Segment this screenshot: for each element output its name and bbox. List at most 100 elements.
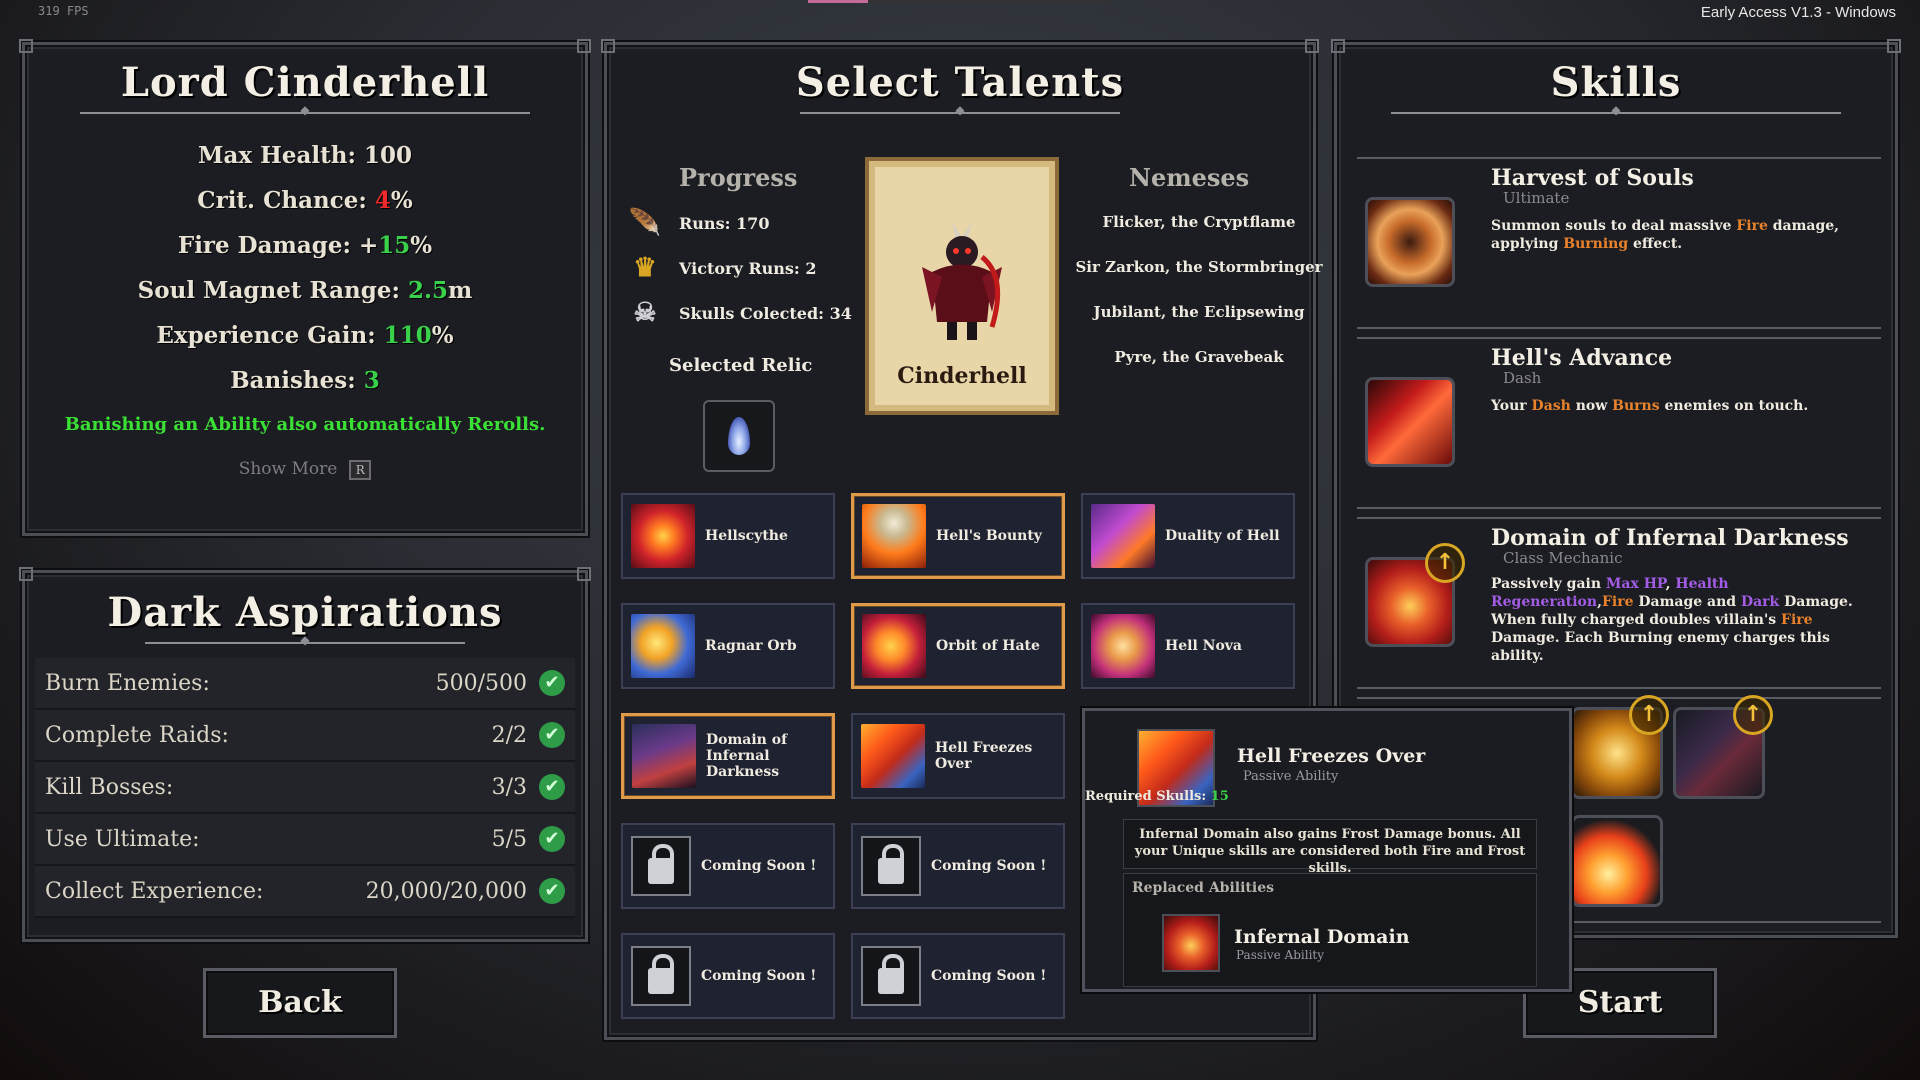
skill-description: Passively gain Max HP, Health Regenerati… (1491, 576, 1853, 664)
talent-label: Orbit of Hate (936, 638, 1040, 654)
skill-type: Dash (1503, 369, 1542, 387)
version-label: Early Access V1.3 - Windows (1700, 4, 1896, 21)
character-card-name: Cinderhell (897, 363, 1027, 389)
talent-label: Hell Freezes Over (935, 740, 1033, 772)
talent-tile[interactable]: Orbit of Hate (851, 603, 1065, 689)
stat-crit-chance: Crit. Chance: 4% (197, 187, 413, 214)
replaced-abilities-box: Replaced Abilities Infernal Domain Passi… (1123, 873, 1537, 987)
tooltip-description: Infernal Domain also gains Frost Damage … (1123, 819, 1537, 876)
progress-row: ☠ Skulls Colected: 34 (627, 295, 852, 331)
demon-portrait-icon (922, 222, 1002, 340)
talent-tooltip: Hell Freezes Over Passive Ability Requir… (1082, 708, 1572, 992)
show-more-label: Show More (238, 459, 338, 479)
dash-wing-icon (1365, 377, 1455, 467)
lock-icon (861, 836, 921, 896)
fps-counter: 319 FPS (38, 4, 89, 18)
skill-type: Class Mechanic (1503, 549, 1623, 567)
talent-tile[interactable]: Coming Soon ! (851, 823, 1065, 909)
skills-title: Skills (1550, 59, 1682, 106)
aspiration-label: Kill Bosses: (45, 774, 174, 800)
aspirations-divider (145, 642, 465, 644)
aspiration-row: Kill Bosses: 3/3 ✔ (35, 762, 575, 814)
talent-tile[interactable]: Hell's Bounty (851, 493, 1065, 579)
talent-tile[interactable]: Domain of Infernal Darkness (621, 713, 835, 799)
checkmark-icon: ✔ (539, 722, 565, 748)
nemeses-header: Nemeses (1129, 163, 1250, 192)
harvest-souls-icon (1365, 197, 1455, 287)
blue-flame-relic-icon (728, 417, 750, 455)
talent-label: Hell Nova (1165, 638, 1242, 654)
stat-fire-damage: Fire Damage: +15% (177, 232, 433, 259)
talent-label: Ragnar Orb (705, 638, 797, 654)
aspiration-label: Use Ultimate: (45, 826, 200, 852)
talent-icon (862, 614, 926, 678)
crown-icon: ♛ (633, 253, 657, 283)
skull-icon: ☠ (633, 298, 657, 328)
aspiration-label: Burn Enemies: (45, 670, 210, 696)
skill-harvest-of-souls[interactable]: Harvest of Souls Ultimate Summon souls t… (1357, 157, 1881, 329)
skill-name: Domain of Infernal Darkness (1491, 525, 1849, 551)
checkmark-icon: ✔ (539, 878, 565, 904)
stat-banishes: Banishes: 3 (230, 367, 380, 394)
replaced-ability-type: Passive Ability (1236, 948, 1325, 962)
skill-name: Hell's Advance (1491, 345, 1673, 371)
selected-relic-label: Selected Relic (669, 355, 813, 376)
talent-label: Domain of Infernal Darkness (706, 732, 788, 780)
aspiration-row: Complete Raids: 2/2 ✔ (35, 710, 575, 762)
nemesis-name: Sir Zarkon, the Stormbringer (1075, 258, 1323, 276)
talent-tile[interactable]: Duality of Hell (1081, 493, 1295, 579)
skills-divider (1391, 112, 1841, 114)
talents-divider (800, 112, 1120, 114)
progress-row: 🪶 Runs: 170 (627, 205, 770, 241)
talent-icon (632, 724, 696, 788)
fireball-icon[interactable] (1571, 815, 1663, 907)
talents-title: Select Talents (795, 59, 1125, 106)
skill-domain-infernal-darkness[interactable]: ↑ Domain of Infernal Darkness Class Mech… (1357, 517, 1881, 689)
tooltip-type: Passive Ability (1243, 769, 1339, 784)
progress-text: Victory Runs: 2 (679, 258, 817, 278)
infernal-domain-icon (1162, 914, 1220, 972)
talent-label: Coming Soon ! (701, 858, 817, 874)
talent-icon (631, 504, 695, 568)
aspiration-value: 20,000/20,000 (365, 878, 527, 904)
nemesis-name: Jubilant, the Eclipsewing (1093, 303, 1305, 321)
skill-type: Ultimate (1503, 189, 1570, 207)
aspiration-value: 2/2 (491, 722, 527, 748)
skill-hells-advance[interactable]: Hell's Advance Dash Your Dash now Burns … (1357, 337, 1881, 509)
relic-slot[interactable] (703, 400, 775, 472)
aspiration-row: Use Ultimate: 5/5 ✔ (35, 814, 575, 866)
talent-tile[interactable]: Ragnar Orb (621, 603, 835, 689)
feather-icon: 🪶 (628, 208, 662, 238)
nemesis-name: Flicker, the Cryptflame (1102, 213, 1296, 231)
nemesis-name: Pyre, the Gravebeak (1114, 348, 1284, 366)
character-title: Lord Cinderhell (120, 59, 490, 106)
character-panel: Lord Cinderhell Max Health: 100 Crit. Ch… (19, 39, 591, 536)
talent-tile[interactable]: Hell Freezes Over (851, 713, 1065, 799)
aspiration-value: 5/5 (491, 826, 527, 852)
back-button[interactable]: Back (203, 968, 397, 1038)
progress-header: Progress (679, 163, 798, 192)
talent-label: Coming Soon ! (931, 968, 1047, 984)
upgrade-arrow-icon: ↑ (1733, 695, 1773, 735)
title-divider (80, 112, 530, 114)
talent-tile[interactable]: Hellscythe (621, 493, 835, 579)
aspirations-panel: Dark Aspirations Burn Enemies:500/500✔Co… (19, 567, 591, 942)
stat-experience-gain: Experience Gain: 110% (156, 322, 454, 349)
character-card: Cinderhell (865, 157, 1059, 415)
talent-tile[interactable]: Coming Soon ! (621, 823, 835, 909)
lock-icon (861, 946, 921, 1006)
talent-icon (861, 724, 925, 788)
aspiration-label: Collect Experience: (45, 878, 264, 904)
skill-name: Harvest of Souls (1491, 165, 1694, 191)
talent-tile[interactable]: Hell Nova (1081, 603, 1295, 689)
progress-text: Skulls Colected: 34 (679, 303, 852, 323)
top-progress-bar (808, 0, 1108, 3)
banish-note: Banishing an Ability also automatically … (64, 414, 546, 435)
tooltip-required-skulls: Required Skulls: 15 (1085, 789, 1229, 804)
show-more-button[interactable]: Show More R (25, 459, 585, 480)
talent-tile[interactable]: Coming Soon ! (851, 933, 1065, 1019)
skill-description: Your Dash now Burns enemies on touch. (1491, 398, 1809, 414)
talent-label: Hell's Bounty (936, 528, 1042, 544)
talent-tile[interactable]: Coming Soon ! (621, 933, 835, 1019)
aspiration-row: Burn Enemies: 500/500 ✔ (35, 658, 575, 710)
